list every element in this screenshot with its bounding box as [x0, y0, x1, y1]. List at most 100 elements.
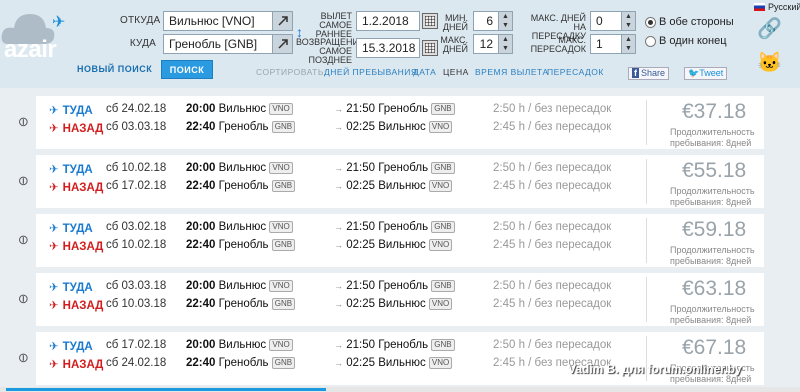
outbound-arrival: → 21:50 Гренобль GNB	[334, 339, 455, 351]
result-card[interactable]: ✈ ТУДА сб 17.02.18 20:00 Вильнюс VNO → 21…	[36, 332, 764, 385]
plane-departure-icon: ✈	[49, 282, 59, 294]
arrow-icon: →	[334, 358, 343, 368]
return-arrival: → 02:25 Вильнюс VNO	[334, 239, 453, 251]
depart-calendar-icon[interactable]	[422, 13, 438, 29]
return-label: ✈ НАЗАД	[49, 359, 104, 371]
max-transfers-spinner[interactable]: ▲ ▼	[622, 34, 636, 54]
return-arrival: → 02:25 Вильнюс VNO	[334, 121, 453, 133]
return-departure: 22:40 Гренобль GNB	[186, 239, 296, 251]
watermark: Vadim B. для forum.onliner.by	[568, 362, 742, 376]
arrow-icon: →	[334, 240, 343, 250]
sort-by-transfers[interactable]: ПЕРЕСАДОК	[547, 67, 604, 77]
arrow-icon: →	[334, 181, 343, 191]
permalink-icon[interactable]: ⊘	[14, 230, 33, 249]
max-days-spinner[interactable]: ▲ ▼	[499, 34, 513, 54]
return-label: ✈ НАЗАД	[49, 182, 104, 194]
return-departure: 22:40 Гренобль GNB	[186, 357, 296, 369]
plane-departure-icon: ✈	[49, 341, 59, 353]
arrow-icon: →	[334, 299, 343, 309]
price[interactable]: €37.18	[682, 100, 746, 124]
min-days-label: МИН. ДНЕЙ	[442, 13, 468, 32]
sort-by-departure-time[interactable]: ВРЕМЯ ВЫЛЕТА	[475, 67, 549, 77]
max-transfer-days-input[interactable]: 0	[590, 11, 622, 31]
round-trip-label[interactable]: В обе стороны	[659, 16, 734, 28]
outbound-duration: 2:50 h / без пересадок	[493, 339, 612, 351]
outbound-date: сб 03.02.18	[106, 221, 167, 233]
sort-by-date[interactable]: ДАТА	[413, 67, 436, 77]
link-chain-icon[interactable]: 🔗	[757, 16, 782, 41]
language-selector[interactable]: Русский	[768, 2, 800, 12]
plane-departure-icon: ✈	[49, 164, 59, 176]
sort-by-price[interactable]: ЦЕНА	[443, 67, 469, 77]
max-days-input[interactable]: 12	[473, 34, 499, 54]
price[interactable]: €67.18	[682, 336, 746, 360]
twitter-bird-icon: 🐦	[688, 68, 700, 78]
tweet-button[interactable]: 🐦Tweet	[684, 67, 728, 80]
max-transfers-label: МАКС. ПЕРЕСАДОК	[530, 35, 586, 54]
facebook-icon: f	[632, 68, 639, 78]
outbound-date: сб 10.02.18	[106, 162, 167, 174]
price[interactable]: €59.18	[682, 218, 746, 242]
depart-label: ВЫЛЕТ САМОЕ РАННЕЕ	[315, 11, 352, 39]
return-calendar-icon[interactable]	[422, 40, 438, 56]
outbound-date: сб 24.02.18	[106, 103, 167, 115]
min-days-spinner[interactable]: ▲ ▼	[499, 11, 513, 31]
plane-departure-icon: ✈	[49, 223, 59, 235]
cat-icon[interactable]: 🐱	[757, 50, 782, 75]
logo-text[interactable]: azair	[4, 36, 57, 64]
search-button[interactable]: ПОИСК	[161, 60, 213, 79]
to-location-button[interactable]	[273, 34, 293, 54]
new-search-link[interactable]: НОВЫЙ ПОИСК	[77, 64, 152, 74]
arrow-icon: →	[334, 340, 343, 350]
outbound-departure: 20:00 Вильнюс VNO	[186, 162, 293, 174]
return-departure: 22:40 Гренобль GNB	[186, 121, 296, 133]
price[interactable]: €55.18	[682, 159, 746, 183]
outbound-departure: 20:00 Вильнюс VNO	[186, 103, 293, 115]
result-card[interactable]: ✈ ТУДА сб 10.02.18 20:00 Вильнюс VNO → 21…	[36, 155, 764, 208]
permalink-icon[interactable]: ⊘	[14, 171, 33, 190]
facebook-share-button[interactable]: f Share	[628, 67, 670, 80]
return-duration: 2:45 h / без пересадок	[493, 180, 612, 192]
depart-date-input[interactable]: 1.2.2018	[356, 11, 420, 31]
min-days-input[interactable]: 6	[473, 11, 499, 31]
return-duration: 2:45 h / без пересадок	[493, 239, 612, 251]
outbound-label: ✈ ТУДА	[49, 341, 93, 353]
outbound-departure: 20:00 Вильнюс VNO	[186, 280, 293, 292]
permalink-icon[interactable]: ⊘	[14, 289, 33, 308]
scrollbar-thumb[interactable]	[6, 388, 326, 391]
sort-by-stay[interactable]: ДНЕЙ ПРЕБЫВАНИЯ	[324, 67, 418, 77]
outbound-departure: 20:00 Вильнюс VNO	[186, 221, 293, 233]
arrow-icon: →	[334, 104, 343, 114]
outbound-duration: 2:50 h / без пересадок	[493, 103, 612, 115]
max-transfer-days-spinner[interactable]: ▲ ▼	[622, 11, 636, 31]
from-input[interactable]: Вильнюс [VNO]	[163, 11, 273, 31]
arrow-icon: →	[334, 222, 343, 232]
round-trip-radio[interactable]	[645, 17, 656, 28]
arrow-icon: →	[334, 281, 343, 291]
return-date-input[interactable]: 15.3.2018	[356, 38, 420, 58]
to-input[interactable]: Гренобль [GNB]	[163, 34, 273, 54]
return-departure: 22:40 Гренобль GNB	[186, 298, 296, 310]
price[interactable]: €63.18	[682, 277, 746, 301]
max-transfers-input[interactable]: 1	[590, 34, 622, 54]
outbound-arrival: → 21:50 Гренобль GNB	[334, 162, 455, 174]
card-divider	[646, 159, 647, 204]
card-divider	[646, 218, 647, 263]
permalink-icon[interactable]: ⊘	[14, 112, 33, 131]
outbound-duration: 2:50 h / без пересадок	[493, 221, 612, 233]
outbound-duration: 2:50 h / без пересадок	[493, 162, 612, 174]
plane-arrival-icon: ✈	[49, 182, 59, 194]
card-divider	[646, 100, 647, 145]
return-duration: 2:45 h / без пересадок	[493, 121, 612, 133]
result-card[interactable]: ✈ ТУДА сб 03.02.18 20:00 Вильнюс VNO → 21…	[36, 214, 764, 267]
result-card[interactable]: ✈ ТУДА сб 03.03.18 20:00 Вильнюс VNO → 21…	[36, 273, 764, 326]
russian-flag-icon	[754, 3, 765, 11]
one-way-label[interactable]: В один конец	[659, 35, 727, 47]
plane-departure-icon: ✈	[49, 105, 59, 117]
from-location-button[interactable]	[273, 11, 293, 31]
result-card[interactable]: ✈ ТУДА сб 24.02.18 20:00 Вильнюс VNO → 21…	[36, 96, 764, 149]
return-arrival: → 02:25 Вильнюс VNO	[334, 357, 453, 369]
permalink-icon[interactable]: ⊘	[14, 348, 33, 367]
one-way-radio[interactable]	[645, 36, 656, 47]
stay-duration: Продолжительность пребывания: 8дней	[670, 304, 755, 325]
